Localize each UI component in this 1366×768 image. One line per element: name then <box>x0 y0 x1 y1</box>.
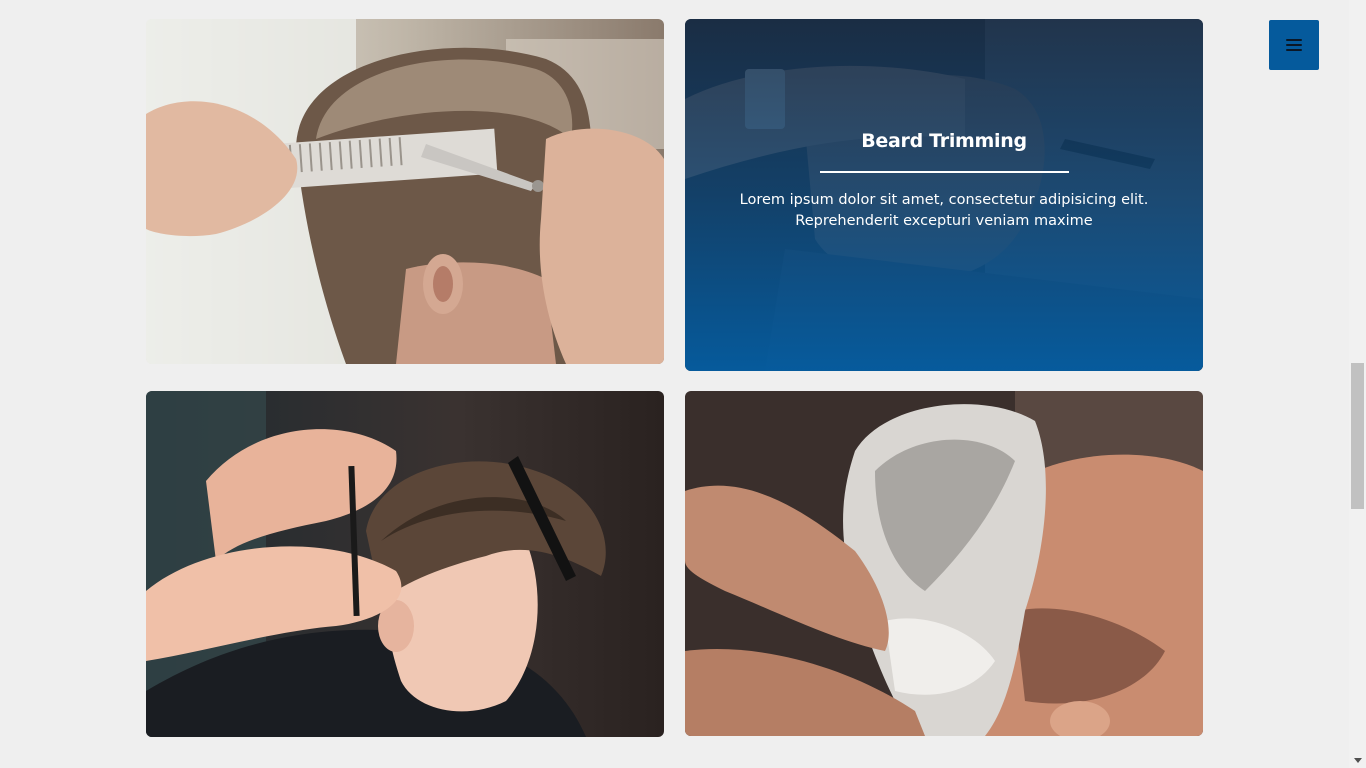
hamburger-menu-icon <box>1286 39 1302 51</box>
kids-haircut-image <box>146 391 664 737</box>
hair-wash-image <box>685 391 1203 736</box>
title-divider <box>819 171 1069 173</box>
page: Beard Trimming Lorem ipsum dolor sit ame… <box>0 0 1366 768</box>
scroll-down-arrow-icon[interactable] <box>1354 758 1362 763</box>
service-card-beard-trimming[interactable]: Beard Trimming Lorem ipsum dolor sit ame… <box>685 19 1203 371</box>
haircut-image <box>146 19 664 364</box>
service-card-hair-wash[interactable] <box>685 391 1203 736</box>
menu-button[interactable] <box>1269 20 1319 70</box>
service-overlay: Beard Trimming Lorem ipsum dolor sit ame… <box>685 19 1203 371</box>
service-title: Beard Trimming <box>861 130 1027 152</box>
service-card-kids-haircut[interactable] <box>146 391 664 737</box>
scrollbar-thumb[interactable] <box>1351 363 1364 509</box>
vertical-scrollbar[interactable] <box>1349 0 1366 768</box>
service-description: Lorem ipsum dolor sit amet, consectetur … <box>739 192 1149 229</box>
service-card-haircut[interactable] <box>146 19 664 364</box>
